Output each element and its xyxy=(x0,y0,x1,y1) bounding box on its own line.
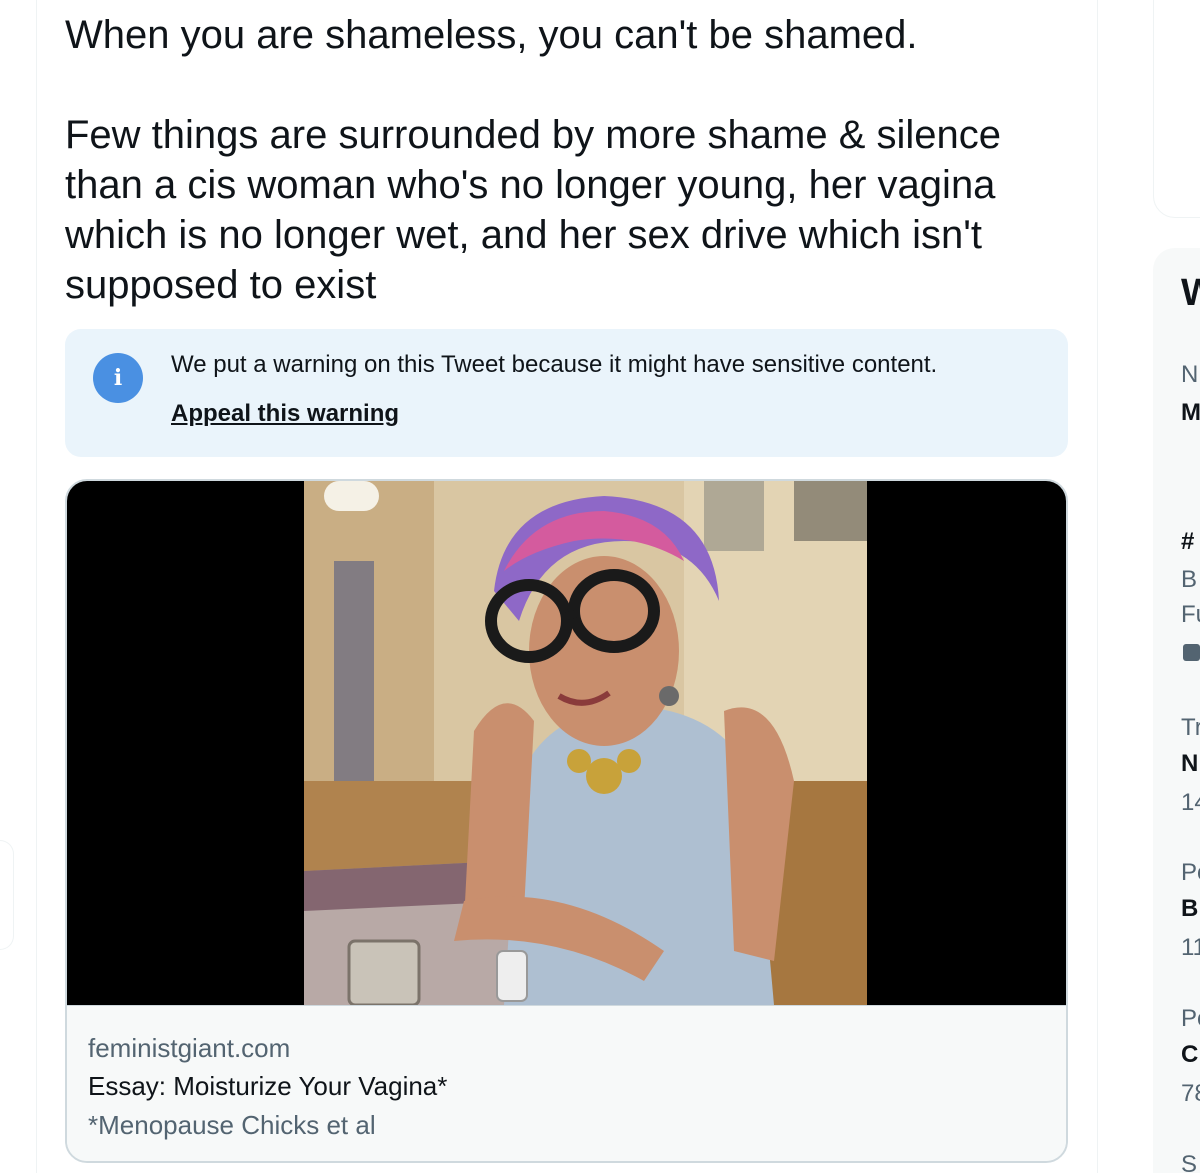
trend-count: 14 xyxy=(1181,789,1200,816)
warning-message: We put a warning on this Tweet because i… xyxy=(171,351,938,378)
trend-title[interactable]: B xyxy=(1181,894,1198,924)
left-gutter xyxy=(0,0,36,1173)
trend-title[interactable]: # xyxy=(1181,527,1194,557)
sidebar-top-module xyxy=(1153,0,1200,218)
partial-nav-button[interactable] xyxy=(0,840,14,950)
trend-title[interactable]: M xyxy=(1181,398,1200,428)
timeline-right-border xyxy=(1097,0,1098,1173)
trend-count: 11 xyxy=(1181,934,1200,961)
trend-title[interactable]: C xyxy=(1181,1040,1198,1070)
trend-meta: N xyxy=(1181,361,1199,388)
show-more-fragment[interactable]: S xyxy=(1181,1150,1197,1173)
sensitive-content-warning: i We put a warning on this Tweet because… xyxy=(65,329,1068,457)
card-media[interactable] xyxy=(67,481,1066,1005)
link-preview-card[interactable]: feministgiant.com Essay: Moisturize Your… xyxy=(65,479,1068,1163)
portrait-illustration xyxy=(304,481,867,1005)
promoted-icon xyxy=(1183,644,1200,661)
tweet-text: When you are shameless, you can't be sha… xyxy=(65,13,1002,307)
trend-extra: Fu xyxy=(1181,601,1200,628)
card-meta[interactable]: feministgiant.com Essay: Moisturize Your… xyxy=(67,1005,1066,1161)
trends-heading: W xyxy=(1181,272,1200,314)
card-photo[interactable] xyxy=(304,481,867,1005)
trend-meta: Po xyxy=(1181,1005,1200,1032)
trend-count: 78 xyxy=(1181,1080,1200,1107)
trend-title[interactable]: N xyxy=(1181,749,1198,779)
trend-meta: Tr xyxy=(1181,714,1200,741)
card-description: *Menopause Chicks et al xyxy=(88,1110,376,1140)
card-domain: feministgiant.com xyxy=(88,1033,291,1063)
trend-meta: Po xyxy=(1181,859,1200,886)
timeline-left-border xyxy=(36,0,37,1173)
card-title: Essay: Moisturize Your Vagina* xyxy=(88,1071,448,1101)
trend-meta: B xyxy=(1181,566,1198,593)
appeal-warning-link[interactable]: Appeal this warning xyxy=(171,398,399,430)
info-icon: i xyxy=(93,353,143,403)
